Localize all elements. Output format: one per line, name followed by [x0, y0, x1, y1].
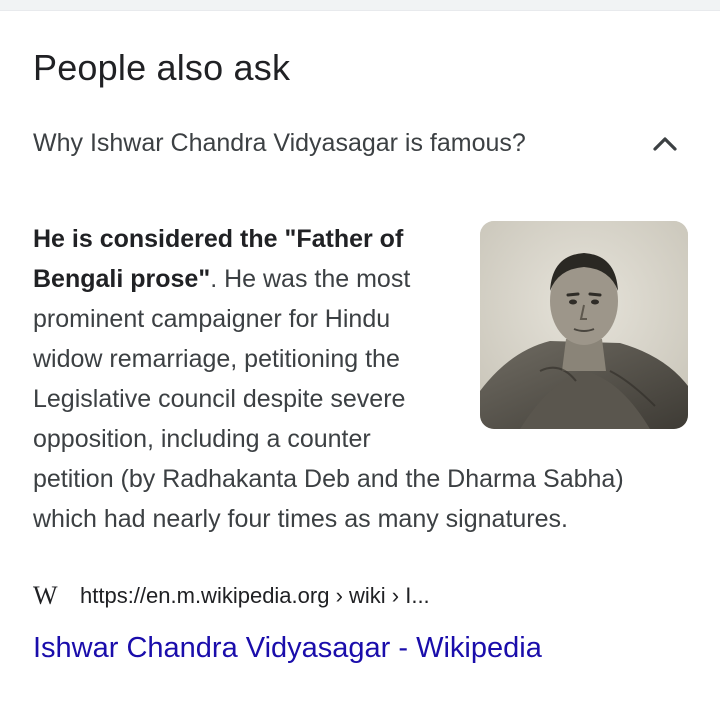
- portrait-image: [480, 221, 688, 429]
- section-heading: People also ask: [33, 47, 291, 88]
- source-url[interactable]: https://en.m.wikipedia.org › wiki › I...: [80, 580, 430, 612]
- source-link-row[interactable]: W https://en.m.wikipedia.org › wiki › I.…: [33, 580, 693, 612]
- answer-snippet: He is considered the "Father of Bengali …: [33, 219, 693, 539]
- question-toggle[interactable]: Why Ishwar Chandra Vidyasagar is famous?: [0, 118, 720, 168]
- wikipedia-icon: W: [33, 581, 58, 610]
- portrait-thumbnail[interactable]: [480, 221, 688, 429]
- question-text: Why Ishwar Chandra Vidyasagar is famous?: [33, 129, 526, 157]
- top-divider-strip: [0, 0, 720, 11]
- result-title-link[interactable]: Ishwar Chandra Vidyasagar - Wikipedia: [33, 628, 542, 668]
- chevron-up-icon[interactable]: [652, 134, 678, 152]
